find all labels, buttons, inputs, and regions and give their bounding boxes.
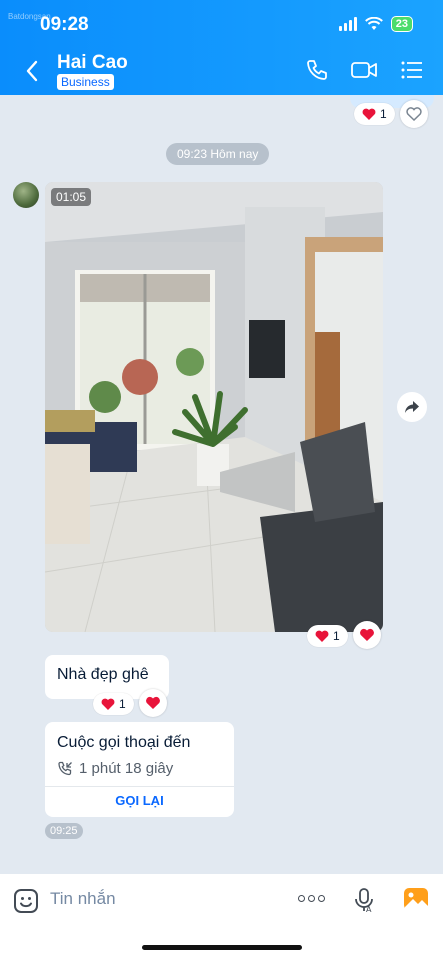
call-title: Cuộc gọi thoại đến — [57, 734, 191, 751]
image-gallery-icon[interactable] — [403, 887, 429, 911]
heart-icon — [360, 628, 374, 641]
contact-name[interactable]: Hai Cao — [57, 52, 128, 74]
signal-icon — [338, 17, 357, 31]
business-badge: Business — [57, 74, 114, 90]
reaction-count: 1 — [333, 629, 340, 643]
divider — [45, 786, 234, 787]
share-button[interactable] — [397, 392, 427, 422]
chat-header: Batdongsan 09:28 23 Hai Cao Business — [0, 0, 443, 95]
status-time: 09:28 — [40, 14, 89, 35]
video-duration: 01:05 — [51, 188, 92, 206]
heart-icon — [146, 696, 160, 709]
home-indicator — [142, 945, 302, 950]
message-timestamp: 09:25 — [45, 823, 83, 839]
call-log-card: Cuộc gọi thoại đến 1 phút 18 giây GỌI LẠ… — [45, 722, 234, 817]
sticker-icon[interactable] — [13, 888, 39, 914]
incoming-call-icon — [58, 761, 72, 776]
react-button[interactable] — [139, 689, 167, 717]
video-thumbnail — [45, 182, 383, 632]
heart-icon — [315, 630, 329, 642]
reaction-count: 1 — [119, 697, 126, 711]
phone-call-icon[interactable] — [305, 58, 329, 82]
avatar[interactable] — [13, 182, 39, 208]
reaction-count: 1 — [380, 107, 387, 121]
heart-icon — [362, 108, 376, 120]
microphone-icon[interactable]: A — [353, 887, 375, 913]
video-message[interactable]: 01:05 — [45, 182, 383, 632]
back-arrow-icon[interactable] — [22, 58, 42, 84]
heart-outline-icon — [406, 107, 422, 121]
message-input[interactable] — [50, 886, 270, 912]
heart-icon — [101, 698, 115, 710]
react-button[interactable] — [400, 100, 428, 128]
reaction-count-pill[interactable]: 1 — [93, 693, 134, 715]
call-back-button[interactable]: GỌI LẠI — [45, 793, 234, 808]
share-arrow-icon — [405, 401, 419, 413]
battery-badge: 23 — [390, 16, 413, 32]
reaction-count-pill[interactable]: 1 — [354, 103, 395, 125]
composer-bar: A — [0, 874, 443, 959]
reaction-count-pill[interactable]: 1 — [307, 625, 348, 647]
video-call-icon[interactable] — [350, 58, 378, 82]
menu-list-icon[interactable] — [400, 58, 424, 82]
react-button[interactable] — [353, 621, 381, 649]
more-options-icon[interactable] — [298, 895, 325, 902]
svg-text:A: A — [366, 905, 372, 913]
date-divider: 09:23 Hôm nay — [166, 143, 270, 165]
call-duration: 1 phút 18 giây — [79, 760, 174, 777]
status-icons: 23 — [338, 16, 413, 32]
wifi-icon — [364, 17, 383, 30]
